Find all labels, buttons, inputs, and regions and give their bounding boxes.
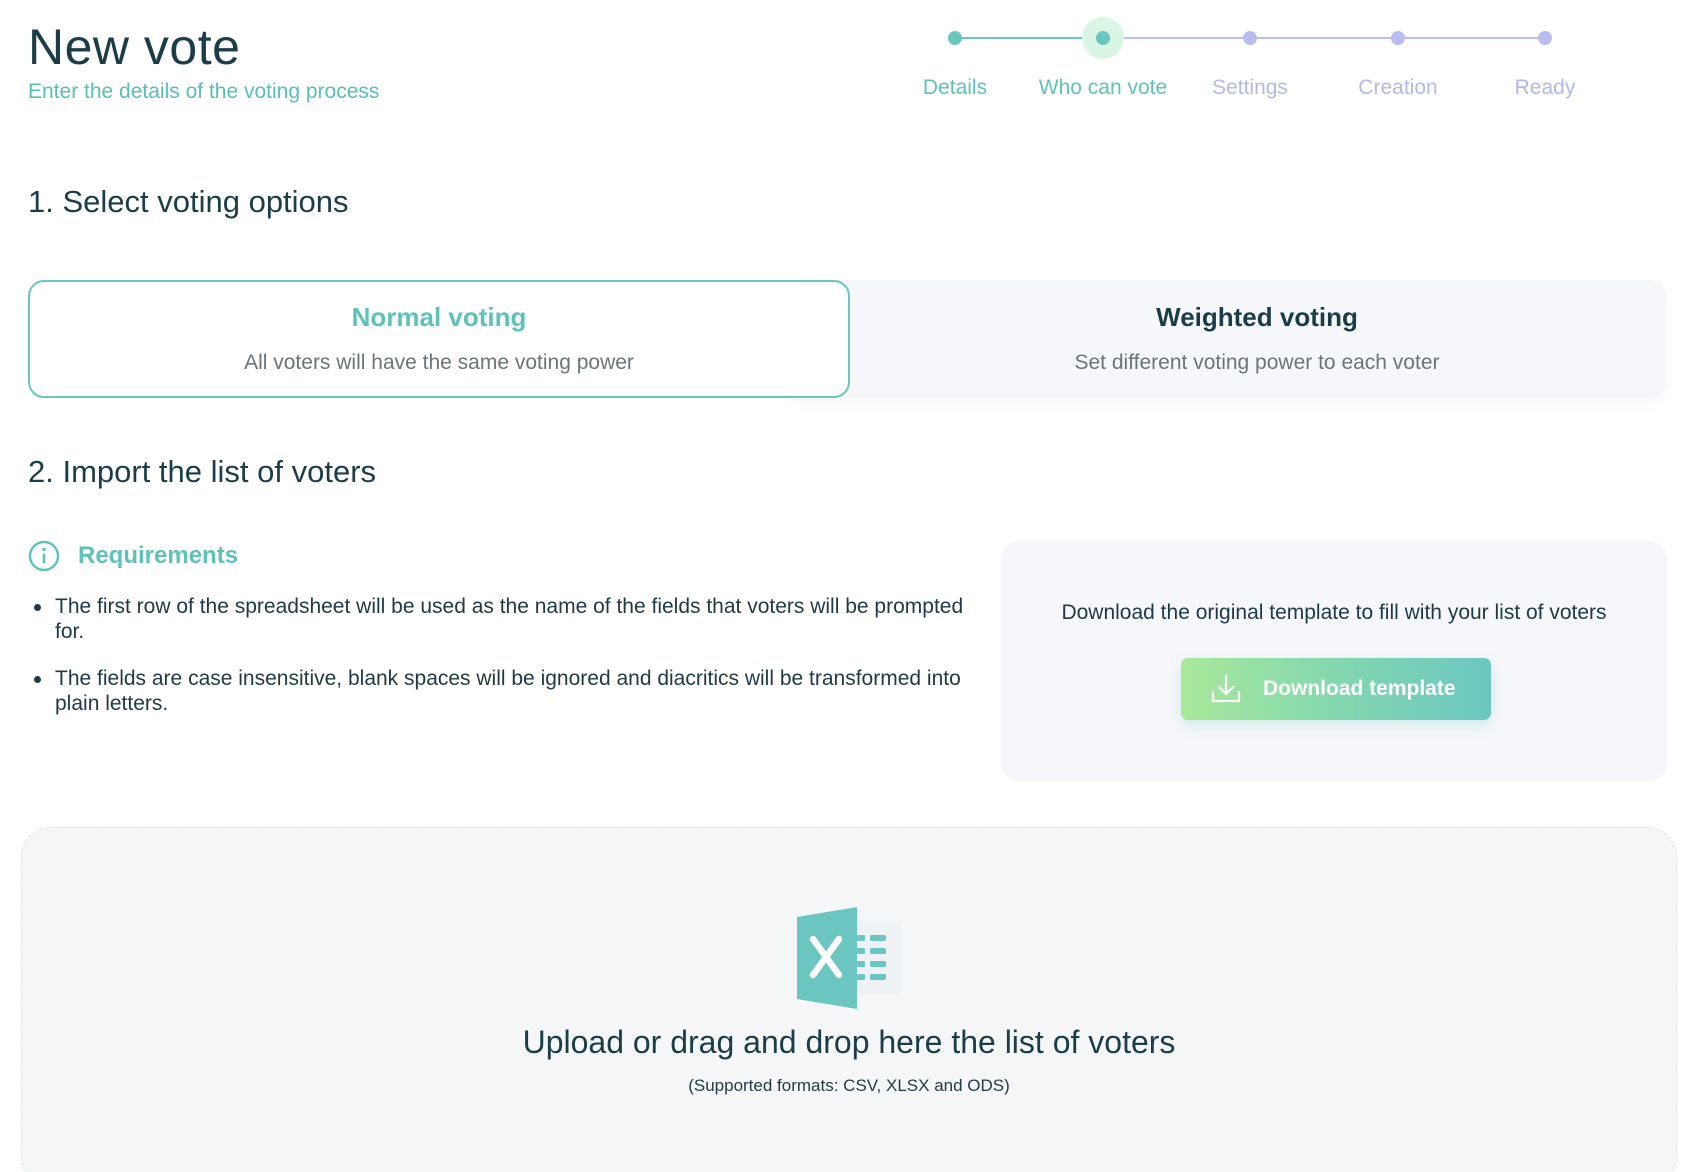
normal-voting-option[interactable]: Normal voting All voters will have the s… (28, 280, 850, 398)
step-dot-details[interactable] (948, 31, 962, 45)
option-title: Weighted voting (1156, 302, 1358, 332)
option-description: Set different voting power to each voter (1074, 351, 1440, 374)
requirements-list: The first row of the spreadsheet will be… (28, 594, 968, 738)
requirements-header: Requirements (28, 540, 238, 572)
template-download-panel: Download the original template to fill w… (1001, 541, 1667, 781)
download-template-label: Download template (1263, 677, 1456, 700)
section-title-voting-options: 1. Select voting options (28, 184, 349, 219)
page-title: New vote (28, 19, 241, 75)
step-dot-who-can-vote[interactable] (1096, 31, 1110, 45)
page-subtitle: Enter the details of the voting process (28, 80, 380, 103)
template-description: Download the original template to fill w… (1061, 601, 1607, 624)
option-title: Normal voting (351, 302, 527, 332)
voting-options: Weighted voting Set different voting pow… (28, 280, 1666, 398)
step-label-ready[interactable]: Ready (1455, 76, 1635, 100)
download-template-button[interactable]: Download template (1181, 658, 1491, 720)
requirements-title: Requirements (78, 542, 239, 569)
voters-upload-dropzone[interactable]: Upload or drag and drop here the list of… (21, 827, 1677, 1172)
option-description: All voters will have the same voting pow… (244, 351, 634, 374)
download-icon (1211, 674, 1241, 703)
step-connector-done (955, 37, 1103, 39)
supported-formats-note: (Supported formats: CSV, XLSX and ODS) (688, 1076, 1010, 1095)
step-dot-ready[interactable] (1538, 31, 1552, 45)
progress-stepper: Details Who can vote Settings Creation R… (880, 17, 1640, 110)
list-item: The fields are case insensitive, blank s… (28, 666, 968, 716)
page-header: New vote Enter the details of the voting… (28, 18, 379, 104)
section-title-import-voters: 2. Import the list of voters (28, 454, 377, 489)
step-dot-creation[interactable] (1391, 31, 1405, 45)
spreadsheet-file-icon (797, 907, 901, 1009)
dropzone-title: Upload or drag and drop here the list of… (522, 1024, 1176, 1060)
info-icon (28, 540, 60, 572)
list-item: The first row of the spreadsheet will be… (28, 594, 968, 644)
step-dot-settings[interactable] (1243, 31, 1257, 45)
weighted-voting-option[interactable]: Weighted voting Set different voting pow… (788, 280, 1666, 398)
step-connector-upcoming (1103, 37, 1545, 39)
